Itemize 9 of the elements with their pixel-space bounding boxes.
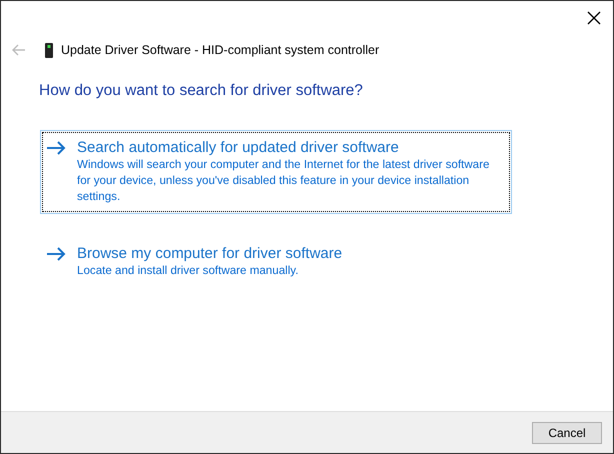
- cancel-button[interactable]: Cancel: [532, 422, 602, 444]
- close-icon: [587, 11, 601, 25]
- option-link[interactable]: Search automatically for updated driver software Windows will search your computer and the Internet for the latest driver software for your device, unless you've disabled this feature in your device installation settings.: [40, 130, 512, 214]
- page-heading: How do you want to search for driver software?: [39, 82, 364, 100]
- back-icon: [12, 44, 26, 56]
- arrow-icon: [46, 141, 66, 155]
- arrow-icon: [46, 247, 66, 261]
- window-title: Update Driver Software - HID-compliant system controller: [61, 43, 380, 57]
- device-icon: [45, 42, 53, 58]
